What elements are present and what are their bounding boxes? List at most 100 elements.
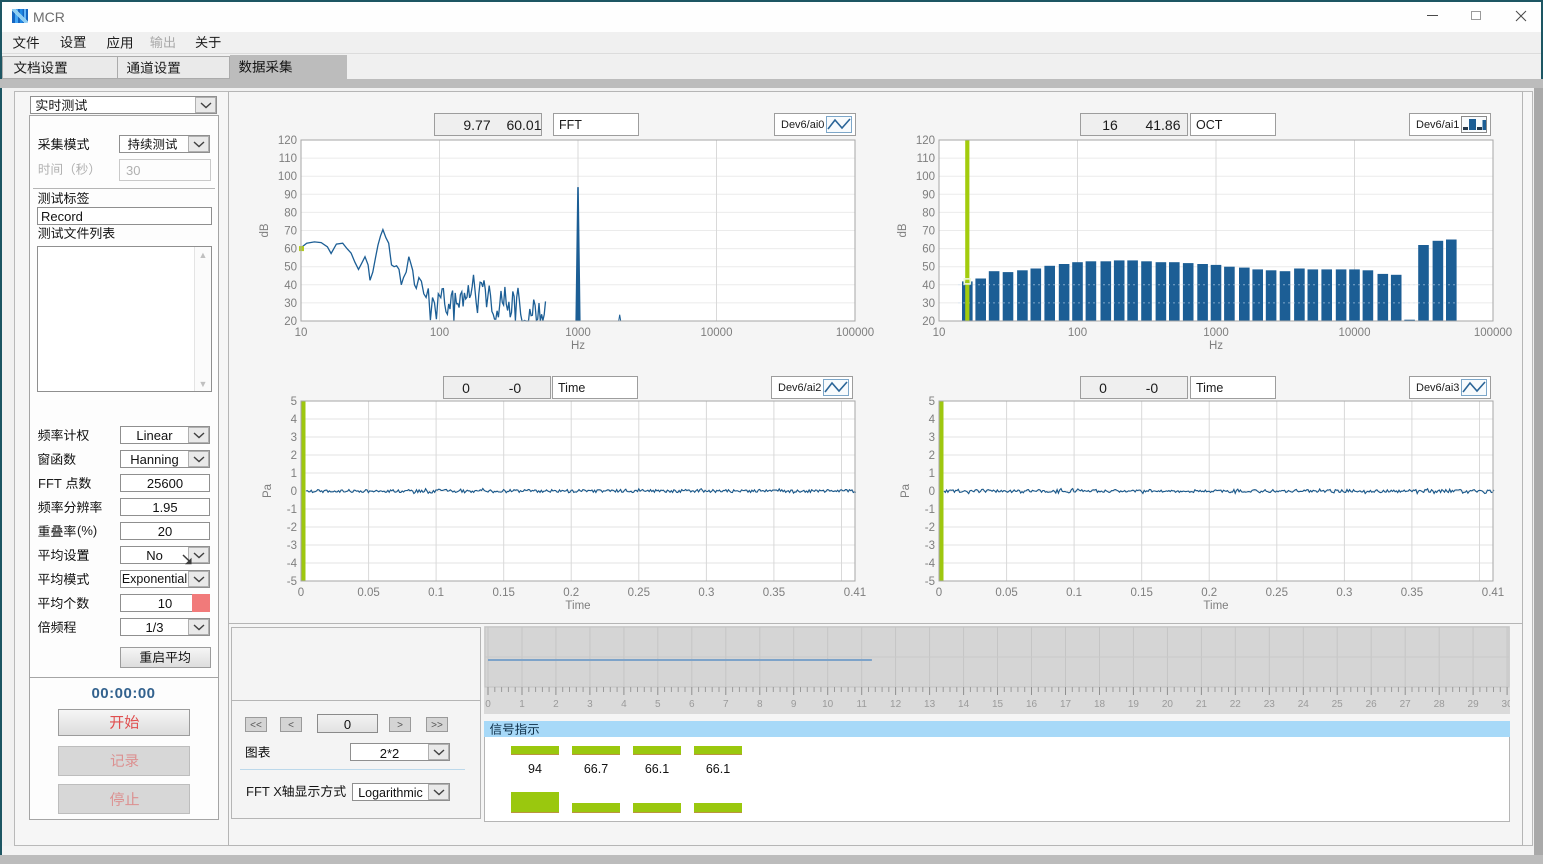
- svg-text:80: 80: [922, 207, 935, 219]
- svg-text:6: 6: [689, 699, 695, 710]
- svg-text:-4: -4: [287, 558, 298, 570]
- svg-text:0.15: 0.15: [493, 587, 515, 599]
- svg-text:110: 110: [917, 153, 935, 165]
- svg-text:70: 70: [922, 226, 935, 238]
- svg-text:0.05: 0.05: [995, 587, 1017, 599]
- svg-text:28: 28: [1434, 699, 1446, 710]
- svg-text:4: 4: [929, 414, 936, 426]
- svg-text:0.1: 0.1: [428, 587, 444, 599]
- svg-text:3: 3: [587, 699, 593, 710]
- svg-text:120: 120: [278, 135, 297, 147]
- svg-text:29: 29: [1468, 699, 1480, 710]
- svg-text:-3: -3: [925, 540, 935, 552]
- svg-text:30: 30: [1502, 699, 1510, 710]
- svg-text:10: 10: [933, 327, 946, 339]
- svg-text:10000: 10000: [701, 327, 733, 339]
- svg-text:4: 4: [621, 699, 627, 710]
- svg-text:2: 2: [929, 450, 935, 462]
- svg-text:9: 9: [791, 699, 797, 710]
- svg-text:0: 0: [485, 699, 491, 710]
- svg-text:7: 7: [723, 699, 729, 710]
- svg-text:16: 16: [1026, 699, 1038, 710]
- svg-text:12: 12: [890, 699, 902, 710]
- svg-text:24: 24: [1298, 699, 1310, 710]
- svg-text:100: 100: [430, 327, 449, 339]
- svg-text:-4: -4: [925, 558, 936, 570]
- svg-text:3: 3: [291, 432, 297, 444]
- svg-text:20: 20: [1162, 699, 1174, 710]
- svg-text:dB: dB: [259, 223, 271, 237]
- svg-text:-1: -1: [287, 504, 297, 516]
- svg-text:60: 60: [922, 244, 935, 256]
- svg-text:-5: -5: [287, 576, 297, 588]
- svg-text:13: 13: [924, 699, 936, 710]
- svg-text:100: 100: [916, 171, 935, 183]
- svg-text:1000: 1000: [1203, 327, 1229, 339]
- svg-text:0.25: 0.25: [1266, 587, 1288, 599]
- svg-text:0.35: 0.35: [763, 587, 785, 599]
- svg-text:23: 23: [1264, 699, 1276, 710]
- svg-text:14: 14: [958, 699, 970, 710]
- svg-text:100: 100: [1068, 327, 1087, 339]
- svg-text:5: 5: [291, 396, 297, 408]
- svg-text:22: 22: [1230, 699, 1242, 710]
- svg-text:90: 90: [284, 189, 297, 201]
- svg-text:1: 1: [291, 468, 297, 480]
- svg-text:18: 18: [1094, 699, 1106, 710]
- svg-text:2: 2: [553, 699, 559, 710]
- svg-text:0.05: 0.05: [357, 587, 379, 599]
- svg-text:0.25: 0.25: [628, 587, 650, 599]
- svg-text:1: 1: [519, 699, 525, 710]
- svg-text:19: 19: [1128, 699, 1140, 710]
- svg-text:10000: 10000: [1339, 327, 1371, 339]
- svg-text:0.2: 0.2: [1201, 587, 1217, 599]
- svg-text:100000: 100000: [836, 327, 874, 339]
- svg-text:100000: 100000: [1474, 327, 1512, 339]
- svg-text:40: 40: [284, 280, 297, 292]
- svg-text:17: 17: [1060, 699, 1072, 710]
- svg-text:0.41: 0.41: [1482, 587, 1504, 599]
- svg-text:Hz: Hz: [571, 340, 585, 352]
- svg-text:5: 5: [655, 699, 661, 710]
- svg-text:0.3: 0.3: [698, 587, 714, 599]
- svg-text:-2: -2: [287, 522, 297, 534]
- svg-text:-1: -1: [925, 504, 935, 516]
- svg-text:Hz: Hz: [1209, 340, 1223, 352]
- svg-text:30: 30: [922, 298, 935, 310]
- svg-text:60: 60: [284, 244, 297, 256]
- svg-text:1000: 1000: [565, 327, 591, 339]
- svg-text:0: 0: [291, 486, 297, 498]
- svg-text:27: 27: [1400, 699, 1412, 710]
- svg-text:26: 26: [1366, 699, 1378, 710]
- svg-text:4: 4: [291, 414, 298, 426]
- svg-text:50: 50: [284, 262, 297, 274]
- svg-text:5: 5: [929, 396, 935, 408]
- svg-text:0.3: 0.3: [1336, 587, 1352, 599]
- svg-text:Time: Time: [565, 600, 590, 612]
- svg-text:25: 25: [1332, 699, 1344, 710]
- svg-text:0.2: 0.2: [563, 587, 579, 599]
- svg-text:15: 15: [992, 699, 1004, 710]
- svg-text:110: 110: [279, 153, 297, 165]
- svg-text:0.1: 0.1: [1066, 587, 1082, 599]
- svg-text:10: 10: [295, 327, 308, 339]
- svg-text:0.35: 0.35: [1401, 587, 1423, 599]
- svg-text:100: 100: [278, 171, 297, 183]
- svg-text:0: 0: [936, 587, 942, 599]
- svg-text:-5: -5: [925, 576, 935, 588]
- svg-text:-2: -2: [925, 522, 935, 534]
- svg-text:2: 2: [291, 450, 297, 462]
- svg-text:30: 30: [284, 298, 297, 310]
- svg-text:11: 11: [857, 699, 868, 710]
- svg-text:10: 10: [822, 699, 834, 710]
- svg-text:1: 1: [929, 468, 935, 480]
- svg-text:0.15: 0.15: [1131, 587, 1153, 599]
- svg-text:0.41: 0.41: [844, 587, 866, 599]
- svg-text:0: 0: [929, 486, 935, 498]
- svg-text:80: 80: [284, 207, 297, 219]
- svg-text:Pa: Pa: [262, 483, 274, 498]
- svg-text:50: 50: [922, 262, 935, 274]
- svg-text:-3: -3: [287, 540, 297, 552]
- svg-text:8: 8: [757, 699, 763, 710]
- svg-text:dB: dB: [897, 223, 909, 237]
